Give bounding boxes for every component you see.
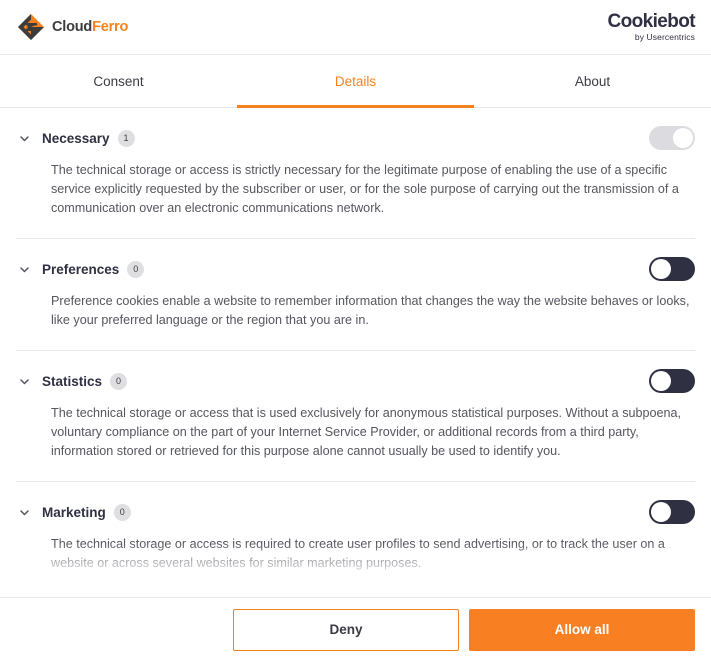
category-marketing-title: Marketing [42, 504, 106, 520]
cloudferro-logo: CloudFerro [16, 12, 128, 42]
toggle-necessary [649, 126, 695, 150]
category-statistics-header[interactable]: Statistics 0 [16, 368, 695, 394]
tab-bar: Consent Details About [0, 55, 711, 108]
toggle-preferences[interactable] [649, 257, 695, 281]
deny-button[interactable]: Deny [233, 608, 459, 651]
category-statistics-description: The technical storage or access that is … [51, 406, 682, 458]
tab-details[interactable]: Details [237, 55, 474, 108]
category-necessary-count-badge: 1 [117, 129, 135, 147]
chevron-down-icon[interactable] [16, 373, 32, 389]
diamond-logo-icon [16, 12, 46, 42]
tab-about-label: About [574, 73, 611, 89]
category-preferences-count-badge: 0 [127, 260, 145, 278]
category-necessary-header[interactable]: Necessary 1 [16, 125, 695, 151]
brand-name-primary: Cloud [52, 18, 93, 35]
chevron-down-icon[interactable] [16, 504, 32, 520]
details-scroll-region[interactable]: Necessary 1 The technical storage or acc… [0, 108, 711, 597]
toggle-knob [651, 259, 671, 279]
cookiebot-logo: Cookiebot by Usercentrics [608, 12, 696, 42]
cookiebot-subtitle: by Usercentrics [634, 32, 695, 43]
dialog-header: CloudFerro Cookiebot by Usercentrics [0, 0, 711, 55]
category-necessary-title: Necessary [42, 130, 110, 146]
category-statistics-count-badge: 0 [110, 372, 128, 390]
toggle-statistics[interactable] [649, 369, 695, 393]
tab-consent-label: Consent [93, 73, 144, 89]
category-necessary-description: The technical storage or access is stric… [51, 163, 679, 215]
deny-button-label: Deny [329, 622, 363, 637]
cloudferro-wordmark: CloudFerro [52, 20, 128, 35]
category-statistics-title: Statistics [42, 373, 103, 389]
category-preferences: Preferences 0 Preference cookies enable … [0, 238, 711, 350]
cookie-consent-dialog: CloudFerro Cookiebot by Usercentrics Con… [0, 0, 711, 661]
category-marketing-header[interactable]: Marketing 0 [16, 499, 695, 525]
chevron-down-icon[interactable] [16, 261, 32, 277]
cookiebot-title: Cookiebot [607, 11, 696, 33]
tab-details-label: Details [334, 73, 377, 89]
chevron-down-icon[interactable] [16, 130, 32, 146]
brand-name-secondary: Ferro [92, 18, 129, 35]
category-statistics: Statistics 0 The technical storage or ac… [0, 350, 711, 481]
dialog-footer: Deny Allow all [0, 597, 711, 661]
category-marketing: Marketing 0 The technical storage or acc… [0, 481, 711, 581]
toggle-marketing[interactable] [649, 500, 695, 524]
category-marketing-count-badge: 0 [113, 503, 131, 521]
category-marketing-description: The technical storage or access is requi… [51, 537, 665, 570]
category-necessary: Necessary 1 The technical storage or acc… [0, 108, 711, 238]
category-preferences-description: Preference cookies enable a website to r… [51, 294, 690, 327]
category-preferences-title: Preferences [42, 261, 120, 277]
allow-all-button[interactable]: Allow all [469, 608, 695, 651]
tab-about[interactable]: About [474, 55, 711, 107]
allow-all-button-label: Allow all [554, 622, 610, 637]
toggle-knob [673, 128, 693, 148]
category-list: Necessary 1 The technical storage or acc… [0, 108, 711, 597]
category-preferences-header[interactable]: Preferences 0 [16, 256, 695, 282]
toggle-knob [651, 371, 671, 391]
tab-consent[interactable]: Consent [0, 55, 237, 107]
toggle-knob [651, 502, 671, 522]
